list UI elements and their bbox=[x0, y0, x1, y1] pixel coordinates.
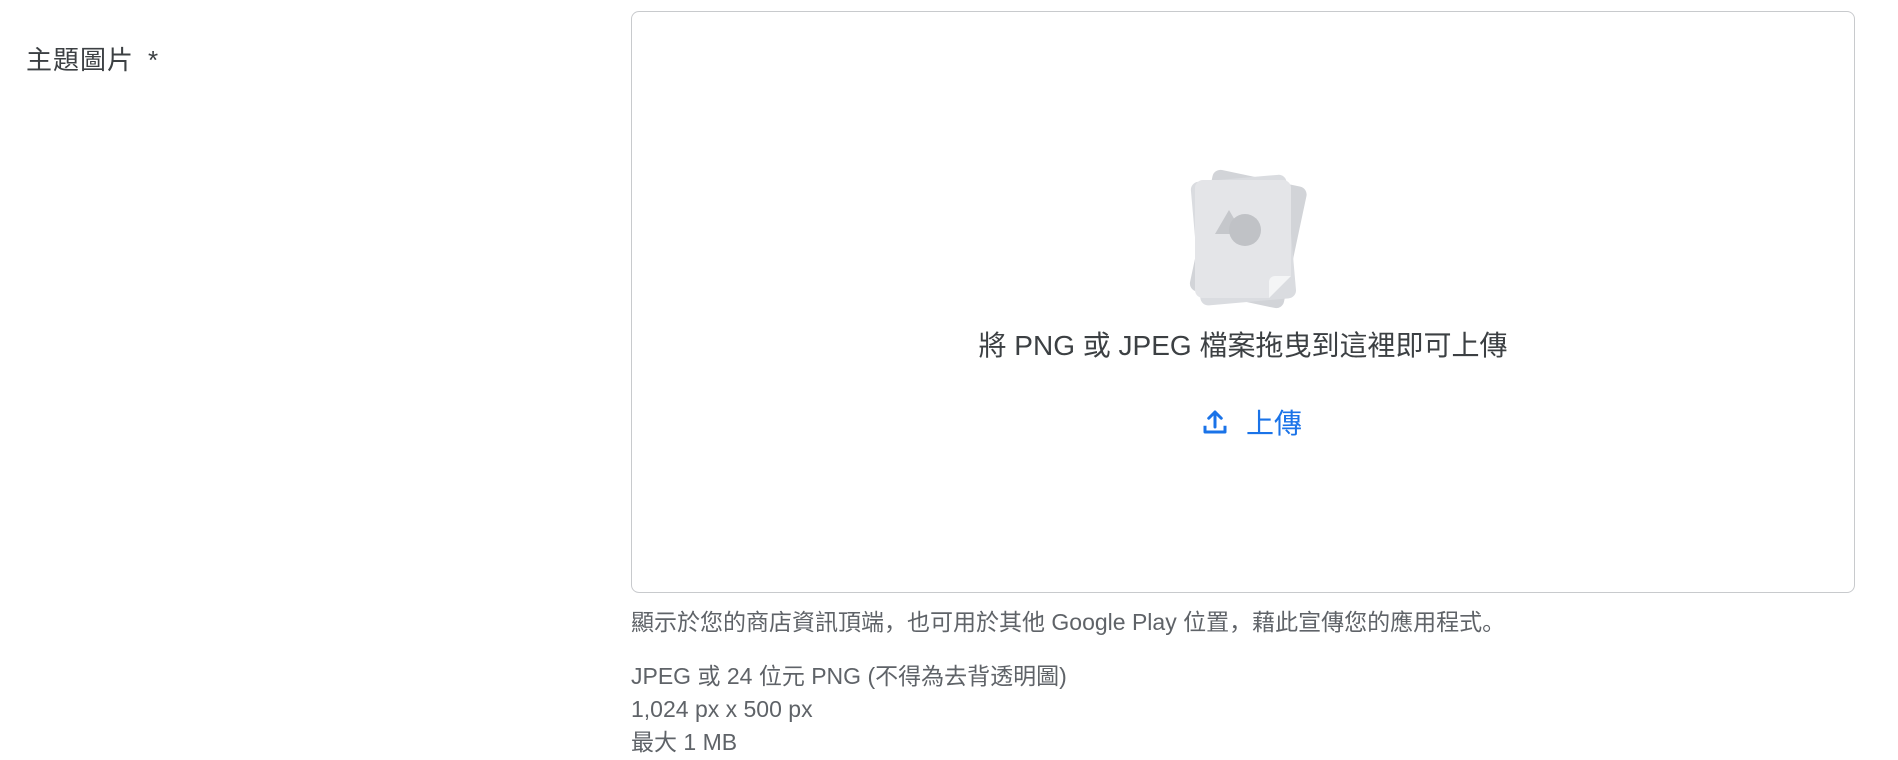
requirement-file-size: 最大 1 MB bbox=[631, 729, 738, 755]
upload-button[interactable]: 上傳 bbox=[1188, 394, 1314, 450]
drop-instruction: 將 PNG 或 JPEG 檔案拖曳到這裡即可上傳 bbox=[978, 330, 1508, 361]
requirement-format: JPEG 或 24 位元 PNG (不得為去背透明圖) bbox=[631, 663, 1067, 689]
help-description: 顯示於您的商店資訊頂端，也可用於其他 Google Play 位置，藉此宣傳您的… bbox=[631, 609, 1506, 635]
image-dropzone[interactable]: 將 PNG 或 JPEG 檔案拖曳到這裡即可上傳 上傳 bbox=[631, 11, 1855, 593]
image-requirements: JPEG 或 24 位元 PNG (不得為去背透明圖) 1,024 px x 5… bbox=[631, 660, 1067, 759]
required-marker: * bbox=[148, 45, 160, 75]
upload-icon bbox=[1200, 407, 1230, 437]
field-label-text: 主題圖片 bbox=[26, 45, 135, 75]
requirement-dimensions: 1,024 px x 500 px bbox=[631, 696, 813, 722]
upload-button-label: 上傳 bbox=[1246, 408, 1303, 439]
image-file-icon bbox=[1177, 158, 1311, 317]
feature-graphic-label: 主題圖片 * bbox=[26, 40, 159, 77]
